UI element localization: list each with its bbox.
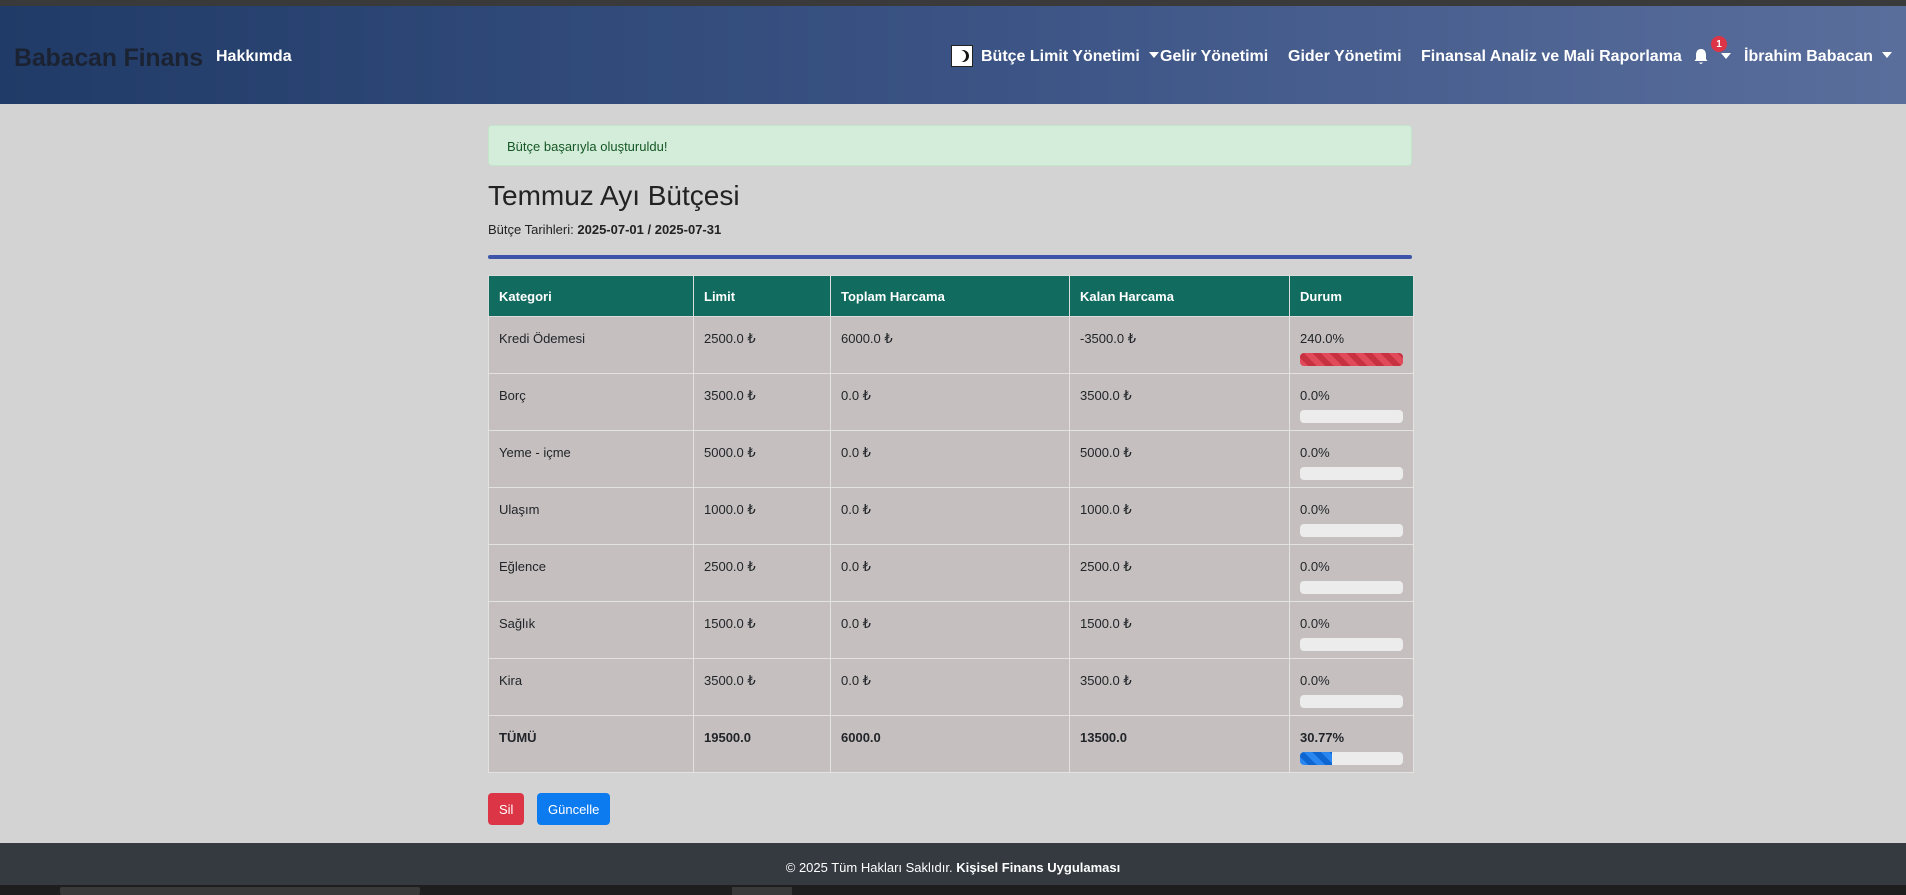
theme-toggle-button[interactable] — [951, 45, 973, 67]
delete-button[interactable]: Sil — [488, 793, 525, 825]
moon-icon — [957, 50, 969, 62]
progress-bar — [1300, 353, 1403, 366]
nav-link-about[interactable]: Hakkımda — [216, 48, 292, 66]
table-row: Ulaşım 1000.0 ₺ 0.0 ₺ 1000.0 ₺ 0.0% — [488, 487, 1414, 545]
remaining-cell: 1000.0 ₺ — [1080, 502, 1132, 517]
remaining-cell: 2500.0 ₺ — [1080, 559, 1132, 574]
progress-bar — [1300, 581, 1403, 594]
table-row: Kira 3500.0 ₺ 0.0 ₺ 3500.0 ₺ 0.0% — [488, 658, 1414, 716]
progress-bar — [1300, 524, 1403, 537]
brand-logo[interactable]: Babacan Finans — [14, 44, 203, 73]
table-header-row: Kategori Limit Toplam Harcama Kalan Harc… — [488, 275, 1414, 317]
progress-fill — [1300, 353, 1403, 366]
status-percent: 0.0% — [1300, 616, 1330, 631]
chevron-down-icon — [1148, 52, 1159, 58]
status-percent: 0.0% — [1300, 388, 1330, 403]
budget-dates: Bütçe Tarihleri: 2025-07-01 / 2025-07-31 — [488, 222, 721, 237]
user-name: İbrahim Babacan — [1744, 48, 1873, 65]
spent-cell: 0.0 ₺ — [841, 673, 871, 688]
spent-cell: 0.0 ₺ — [841, 388, 871, 403]
progress-bar — [1300, 467, 1403, 480]
nav-dropdown-budget-label: Bütçe Limit Yönetimi — [981, 48, 1140, 65]
category-cell: Ulaşım — [499, 502, 540, 517]
table-row: Sağlık 1500.0 ₺ 0.0 ₺ 1500.0 ₺ 0.0% — [488, 601, 1414, 659]
column-header: Limit — [693, 275, 831, 317]
column-header: Kalan Harcama — [1069, 275, 1290, 317]
footer-copyright: © 2025 Tüm Hakları Saklıdır. — [785, 860, 953, 875]
remaining-cell: -3500.0 ₺ — [1080, 331, 1136, 346]
nav-link-expense[interactable]: Gider Yönetimi — [1288, 48, 1402, 66]
nav-dropdown-budget[interactable]: Bütçe Limit Yönetimi — [981, 48, 1159, 66]
total-status-percent: 30.77% — [1300, 730, 1345, 745]
notification-badge: 1 — [1711, 36, 1727, 52]
status-percent: 240.0% — [1300, 331, 1345, 346]
nav-link-analysis[interactable]: Finansal Analiz ve Mali Raporlama — [1421, 48, 1682, 66]
success-alert: Bütçe başarıyla oluşturuldu! — [488, 125, 1412, 166]
table-row: Yeme - içme 5000.0 ₺ 0.0 ₺ 5000.0 ₺ 0.0% — [488, 430, 1414, 488]
status-percent: 0.0% — [1300, 445, 1330, 460]
category-cell: Kira — [499, 673, 523, 688]
taskbar-item — [732, 887, 792, 895]
category-cell: Eğlence — [499, 559, 546, 574]
column-header: Toplam Harcama — [830, 275, 1070, 317]
column-header: Durum — [1289, 275, 1414, 317]
spent-cell: 0.0 ₺ — [841, 559, 871, 574]
footer-app-name: Kişisel Finans Uygulaması — [956, 860, 1121, 875]
user-menu[interactable]: İbrahim Babacan — [1744, 48, 1892, 66]
spent-cell: 0.0 ₺ — [841, 616, 871, 631]
limit-cell: 1000.0 ₺ — [704, 502, 756, 517]
spent-cell: 6000.0 ₺ — [841, 331, 893, 346]
total-row: TÜMÜ 19500.0 6000.0 13500.0 30.77% — [488, 715, 1414, 773]
category-cell: Kredi Ödemesi — [499, 331, 585, 346]
progress-bar — [1300, 410, 1403, 423]
budget-dates-value: 2025-07-01 / 2025-07-31 — [577, 222, 722, 237]
total-progress-bar — [1300, 752, 1403, 765]
limit-cell: 5000.0 ₺ — [704, 445, 756, 460]
remaining-cell: 5000.0 ₺ — [1080, 445, 1132, 460]
limit-cell: 2500.0 ₺ — [704, 331, 756, 346]
category-cell: Sağlık — [499, 616, 536, 631]
notification-chevron-icon[interactable] — [1721, 53, 1731, 59]
limit-cell: 1500.0 ₺ — [704, 616, 756, 631]
status-percent: 0.0% — [1300, 673, 1330, 688]
limit-cell: 3500.0 ₺ — [704, 673, 756, 688]
remaining-cell: 3500.0 ₺ — [1080, 673, 1132, 688]
total-remaining-cell: 13500.0 — [1080, 730, 1127, 745]
spent-cell: 0.0 ₺ — [841, 502, 871, 517]
limit-cell: 3500.0 ₺ — [704, 388, 756, 403]
status-percent: 0.0% — [1300, 559, 1330, 574]
budget-table: Kategori Limit Toplam Harcama Kalan Harc… — [488, 275, 1414, 773]
category-cell: Yeme - içme — [499, 445, 571, 460]
total-category-cell: TÜMÜ — [499, 730, 537, 745]
table-row: Kredi Ödemesi 2500.0 ₺ 6000.0 ₺ -3500.0 … — [488, 316, 1414, 374]
spent-cell: 0.0 ₺ — [841, 445, 871, 460]
taskbar-search — [60, 887, 420, 895]
nav-link-income[interactable]: Gelir Yönetimi — [1160, 48, 1268, 66]
navbar: Babacan Finans Hakkımda Bütçe Limit Yöne… — [0, 6, 1906, 104]
limit-cell: 2500.0 ₺ — [704, 559, 756, 574]
progress-bar — [1300, 695, 1403, 708]
table-row: Eğlence 2500.0 ₺ 0.0 ₺ 2500.0 ₺ 0.0% — [488, 544, 1414, 602]
total-spent-cell: 6000.0 — [841, 730, 881, 745]
table-row: Borç 3500.0 ₺ 0.0 ₺ 3500.0 ₺ 0.0% — [488, 373, 1414, 431]
update-button[interactable]: Güncelle — [537, 793, 611, 825]
category-cell: Borç — [499, 388, 526, 403]
section-divider — [488, 255, 1412, 259]
remaining-cell: 1500.0 ₺ — [1080, 616, 1132, 631]
remaining-cell: 3500.0 ₺ — [1080, 388, 1132, 403]
column-header: Kategori — [488, 275, 694, 317]
chevron-down-icon — [1881, 52, 1892, 58]
total-limit-cell: 19500.0 — [704, 730, 751, 745]
progress-bar — [1300, 638, 1403, 651]
total-progress-fill — [1300, 752, 1332, 765]
budget-dates-label: Bütçe Tarihleri: — [488, 222, 574, 237]
bell-icon[interactable] — [1693, 48, 1709, 66]
page-title: Temmuz Ayı Bütçesi — [488, 180, 740, 211]
status-percent: 0.0% — [1300, 502, 1330, 517]
